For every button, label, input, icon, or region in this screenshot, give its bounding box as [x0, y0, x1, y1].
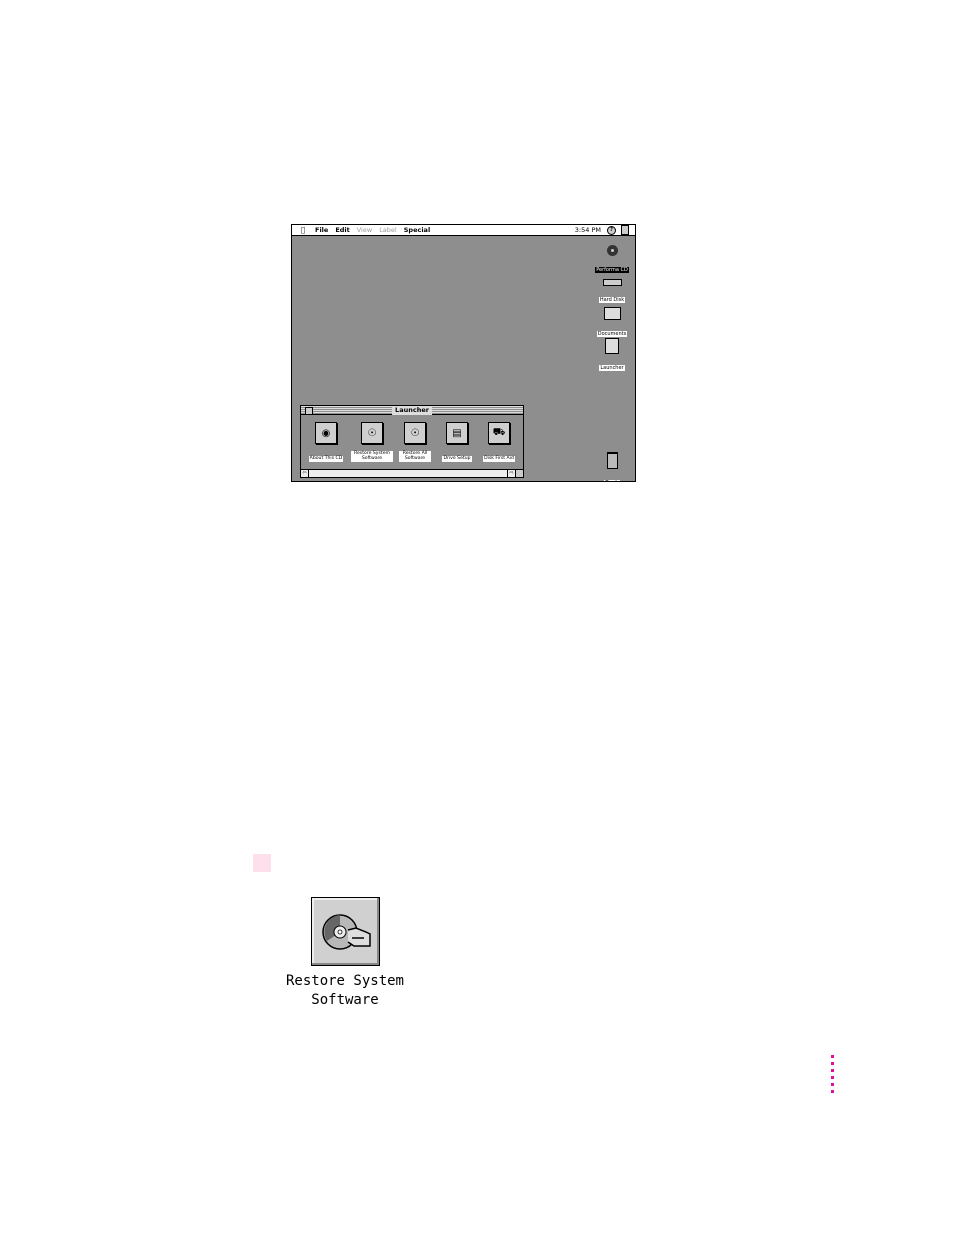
launcher-item-label: Drive Setup	[442, 456, 472, 462]
dot	[831, 1090, 834, 1093]
launcher-title-bar[interactable]: Launcher	[301, 406, 523, 415]
large-icon-caption-line2: Software	[311, 992, 379, 1008]
dot	[831, 1062, 834, 1065]
menu-view[interactable]: View	[357, 225, 372, 235]
desktop-icon-hard-disk[interactable]: Hard Disk	[592, 275, 632, 305]
hard-disk-icon	[602, 279, 622, 286]
drive-setup-icon: ▤	[446, 422, 468, 444]
launcher-item-restore-system-software[interactable]: ☉ Restore System Software	[347, 422, 397, 463]
launcher-item-label: About This CD	[308, 456, 344, 462]
menu-file[interactable]: File	[315, 225, 328, 235]
desktop-icon-label: Launcher	[599, 365, 625, 371]
launcher-icon	[605, 338, 619, 354]
large-icon-caption-line1: Restore System	[285, 973, 404, 989]
desktop-icon-label: Documents	[596, 331, 628, 337]
desktop-icon-documents[interactable]: Documents	[592, 307, 632, 339]
cd-icon	[606, 245, 618, 256]
folder-icon	[603, 307, 621, 320]
finder-application-icon[interactable]	[621, 225, 629, 235]
apple-icon[interactable]: 	[298, 225, 308, 235]
launcher-item-disk-first-aid[interactable]: ⛟ Disk First Aid	[475, 422, 523, 463]
size-box-icon[interactable]	[515, 470, 523, 477]
menu-clock: 3:54 PM	[574, 226, 601, 234]
launcher-item-label: Restore System Software	[351, 450, 393, 462]
margin-dot-leader	[831, 1055, 834, 1097]
about-cd-icon: ◉	[315, 422, 337, 444]
step-marker	[253, 854, 271, 872]
menu-special[interactable]: Special	[404, 225, 430, 235]
launcher-item-about-this-cd[interactable]: ◉ About This CD	[302, 422, 350, 463]
desktop-icon-label: Trash	[604, 480, 620, 481]
launcher-item-drive-setup[interactable]: ▤ Drive Setup	[435, 422, 479, 463]
launcher-title: Launcher	[392, 406, 432, 415]
dot	[831, 1069, 834, 1072]
cd-in-hand-icon	[322, 914, 371, 950]
launcher-items: ◉ About This CD ☉ Restore System Softwar…	[301, 417, 523, 465]
launcher-item-label: Restore All Software	[399, 450, 431, 462]
launcher-window: Launcher ◉ About This CD ☉ Restore Syste…	[300, 405, 524, 478]
trash-icon	[606, 452, 618, 469]
scroll-left-arrow-icon[interactable]: ⇦	[301, 470, 309, 477]
desktop-icon-performa-cd[interactable]: Performa CD	[592, 245, 632, 275]
menu-bar:  File Edit View Label Special 3:54 PM ?	[292, 225, 635, 236]
mac-desktop-screenshot:  File Edit View Label Special 3:54 PM ?…	[291, 224, 636, 482]
large-icon-caption: Restore System Software	[270, 972, 420, 1010]
restore-system-icon	[311, 897, 380, 966]
dot	[831, 1083, 834, 1086]
menu-edit[interactable]: Edit	[335, 225, 349, 235]
scroll-right-arrow-icon[interactable]: ⇨	[507, 470, 515, 477]
dot	[831, 1076, 834, 1079]
launcher-item-restore-all-software[interactable]: ☉ Restore All Software	[395, 422, 435, 463]
dot	[831, 1055, 834, 1058]
desktop-icon-trash[interactable]: Trash	[592, 452, 632, 481]
restore-all-icon: ☉	[404, 422, 426, 444]
desktop-icon-launcher[interactable]: Launcher	[592, 338, 632, 373]
launcher-item-label: Disk First Aid	[483, 456, 515, 462]
disk-first-aid-icon: ⛟	[488, 422, 510, 444]
desktop-icon-label: Performa CD	[595, 267, 629, 273]
help-balloon-icon[interactable]: ?	[607, 225, 616, 235]
close-box-icon[interactable]	[305, 407, 313, 415]
horizontal-scrollbar[interactable]: ⇦ ⇨	[301, 469, 523, 477]
menu-label[interactable]: Label	[379, 225, 397, 235]
restore-system-icon: ☉	[361, 422, 383, 444]
desktop-icon-label: Hard Disk	[598, 297, 626, 303]
